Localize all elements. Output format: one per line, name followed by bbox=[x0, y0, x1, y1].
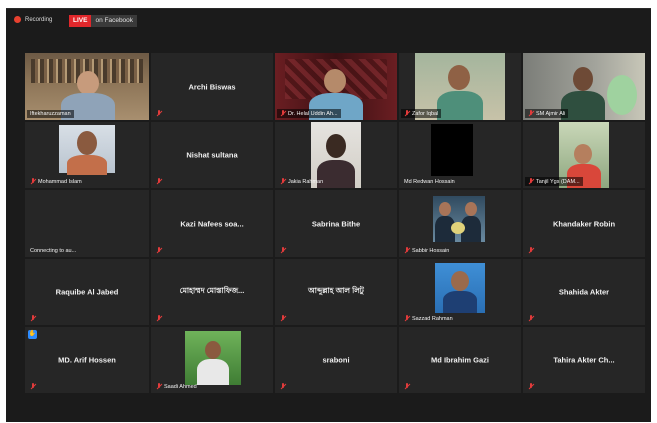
mic-muted-icon bbox=[156, 110, 162, 117]
participant-label bbox=[277, 246, 289, 255]
video-tile-jakia-rahman[interactable]: Jakia Rahman bbox=[275, 122, 397, 188]
mic-muted-icon bbox=[280, 178, 286, 185]
video-tile-md-redwan-hossain[interactable]: Md Redwan Hossain bbox=[399, 122, 521, 188]
participant-label: Tanjil Ygs (DAM... bbox=[525, 177, 583, 186]
participant-name: Sabrina Bithe bbox=[311, 219, 361, 228]
video-tile-kazi-nafees[interactable]: Kazi Nafees soa... bbox=[151, 190, 273, 257]
video-tile-connecting[interactable]: Connecting to au... bbox=[25, 190, 149, 257]
video-feed bbox=[433, 196, 485, 242]
participant-label: Saadi Ahmed bbox=[153, 382, 200, 391]
mic-muted-icon bbox=[30, 178, 36, 185]
participant-name: Khandaker Robin bbox=[552, 219, 616, 228]
participant-label: Md Redwan Hossain bbox=[404, 179, 455, 185]
video-tile-md-ibrahim-gazi[interactable]: Md Ibrahim Gazi bbox=[399, 327, 521, 393]
participant-name: Shahida Akter bbox=[558, 287, 610, 297]
participant-label: Connecting to au... bbox=[30, 248, 77, 254]
live-stream-indicator[interactable]: LIVE on Facebook bbox=[69, 15, 138, 27]
mic-muted-icon bbox=[280, 315, 286, 322]
mic-muted-icon bbox=[280, 247, 286, 254]
mic-muted-icon bbox=[528, 383, 534, 390]
mic-muted-icon bbox=[280, 383, 286, 390]
video-feed bbox=[435, 263, 485, 313]
participant-label bbox=[153, 177, 165, 186]
mic-muted-icon bbox=[156, 383, 162, 390]
participant-name: আব্দুল্লাহ আল লিটু bbox=[308, 286, 364, 295]
participant-label bbox=[153, 314, 165, 323]
video-tile-tahira-akter[interactable]: Tahira Akter Ch... bbox=[523, 327, 645, 393]
recording-label: Recording bbox=[25, 16, 53, 23]
participant-label: Dr. Helal Uddin Ah... bbox=[277, 109, 341, 118]
mic-muted-icon bbox=[156, 247, 162, 254]
participant-name: Nishat sultana bbox=[186, 150, 238, 160]
participant-label bbox=[153, 246, 165, 255]
live-platform: on Facebook bbox=[91, 15, 138, 27]
mic-muted-icon bbox=[404, 315, 410, 322]
participant-label: Mohammad Islam bbox=[27, 177, 85, 186]
participant-label bbox=[525, 382, 537, 391]
mic-muted-icon bbox=[30, 383, 36, 390]
meeting-window: Recording LIVE on Facebook Iftekharuzzam… bbox=[6, 8, 651, 422]
video-tile-dr-helal[interactable]: Dr. Helal Uddin Ah... bbox=[275, 53, 397, 120]
video-tile-tanjil-ygs[interactable]: Tanjil Ygs (DAM... bbox=[523, 122, 645, 188]
video-tile-sabrina-bithe[interactable]: Sabrina Bithe bbox=[275, 190, 397, 257]
video-tile-archi-biswas[interactable]: Archi Biswas bbox=[151, 53, 273, 120]
participant-label bbox=[27, 314, 39, 323]
participant-name: sraboni bbox=[322, 355, 350, 365]
mic-muted-icon bbox=[528, 110, 534, 117]
participant-label: Sazzad Rahman bbox=[401, 314, 456, 323]
mic-muted-icon bbox=[528, 178, 534, 185]
video-tile-sraboni[interactable]: sraboni bbox=[275, 327, 397, 393]
mic-muted-icon bbox=[404, 383, 410, 390]
participant-name: Archi Biswas bbox=[188, 82, 236, 91]
participant-label: Sabbir Hossain bbox=[401, 246, 452, 255]
video-feed bbox=[59, 125, 115, 175]
video-tile-nishat-sultana[interactable]: Nishat sultana bbox=[151, 122, 273, 188]
recording-indicator[interactable]: Recording bbox=[14, 16, 52, 23]
participant-name: Tahira Akter Ch... bbox=[553, 355, 615, 365]
mic-muted-icon bbox=[404, 247, 410, 254]
mic-muted-icon bbox=[404, 110, 410, 117]
video-feed bbox=[431, 124, 473, 176]
video-tile-zafor-iqbal[interactable]: Zafor Iqbal bbox=[399, 53, 521, 120]
participant-name: Kazi Nafees soa... bbox=[180, 219, 244, 228]
video-tile-sm-ajmir-ali[interactable]: SM Ajmir Ali bbox=[523, 53, 645, 120]
mic-muted-icon bbox=[528, 315, 534, 322]
participant-label bbox=[277, 382, 289, 391]
mic-muted-icon bbox=[156, 178, 162, 185]
video-tile-sazzad-rahman[interactable]: Sazzad Rahman bbox=[399, 259, 521, 325]
participant-label bbox=[277, 314, 289, 323]
video-tile-abdullah-al-litu[interactable]: আব্দুল্লাহ আল লিটু bbox=[275, 259, 397, 325]
participant-name: Md Ibrahim Gazi bbox=[431, 355, 489, 365]
mic-muted-icon bbox=[528, 247, 534, 254]
participant-label bbox=[525, 246, 537, 255]
participant-name: মোহাম্মদ মোস্তাফিজ... bbox=[179, 286, 245, 295]
video-tile-sabbir-hossain[interactable]: Sabbir Hossain bbox=[399, 190, 521, 257]
video-tile-md-arif-hossen[interactable]: ✋ MD. Arif Hossen bbox=[25, 327, 149, 393]
video-tile-raquibe-al-jabed[interactable]: Raquibe Al Jabed bbox=[25, 259, 149, 325]
video-tile-iftekharuzzaman[interactable]: Iftekharuzzaman bbox=[25, 53, 149, 120]
mic-muted-icon bbox=[280, 110, 286, 117]
mic-muted-icon bbox=[30, 315, 36, 322]
raised-hand-icon: ✋ bbox=[28, 330, 37, 339]
participant-label bbox=[27, 382, 39, 391]
top-bar: Recording LIVE on Facebook bbox=[6, 9, 651, 31]
participant-name: Raquibe Al Jabed bbox=[55, 287, 119, 297]
participant-label bbox=[525, 314, 537, 323]
participant-label bbox=[401, 382, 413, 391]
participant-label: SM Ajmir Ali bbox=[525, 109, 569, 118]
video-tile-shahida-akter[interactable]: Shahida Akter bbox=[523, 259, 645, 325]
video-feed bbox=[185, 331, 241, 385]
video-tile-mohammad-mostafiz[interactable]: মোহাম্মদ মোস্তাফিজ... bbox=[151, 259, 273, 325]
video-tile-khandaker-robin[interactable]: Khandaker Robin bbox=[523, 190, 645, 257]
participant-label: Zafor Iqbal bbox=[401, 109, 442, 118]
participant-label bbox=[153, 109, 165, 118]
live-badge: LIVE bbox=[69, 15, 92, 27]
participant-label: Iftekharuzzaman bbox=[27, 110, 74, 118]
video-tile-mohammad-islam[interactable]: Mohammad Islam bbox=[25, 122, 149, 188]
record-dot-icon bbox=[14, 16, 21, 23]
mic-muted-icon bbox=[156, 315, 162, 322]
video-tile-saadi-ahmed[interactable]: Saadi Ahmed bbox=[151, 327, 273, 393]
participant-name: MD. Arif Hossen bbox=[58, 355, 116, 365]
participant-label: Jakia Rahman bbox=[277, 177, 326, 186]
